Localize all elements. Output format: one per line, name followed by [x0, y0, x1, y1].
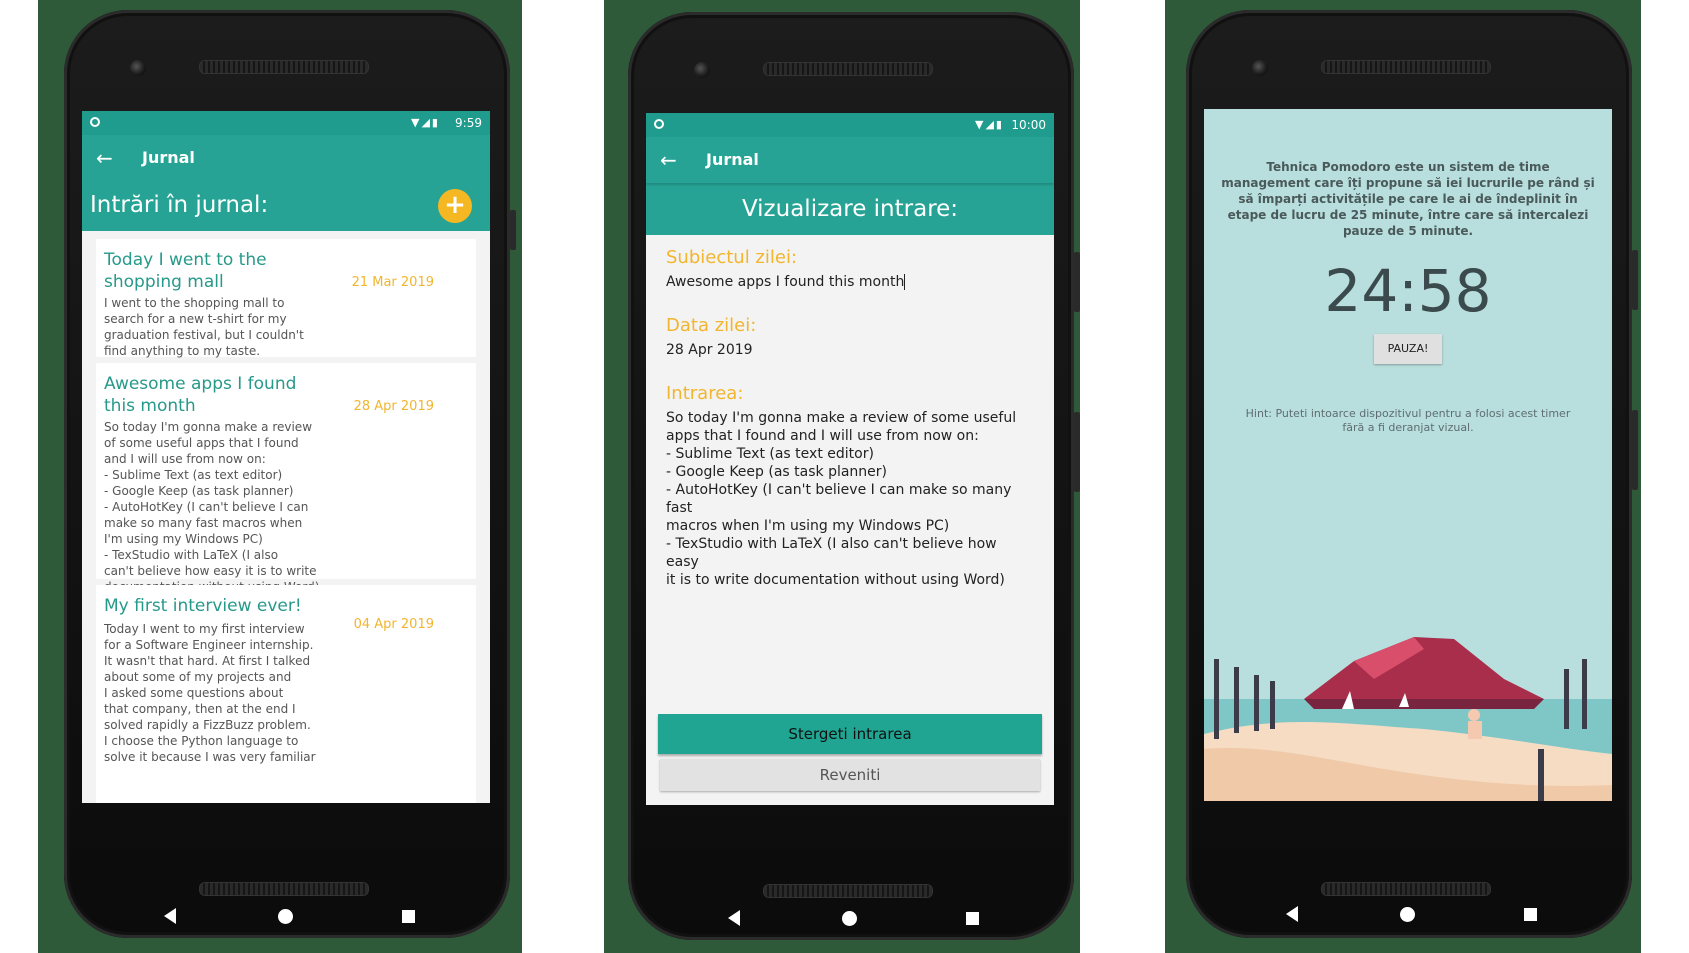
system-nav-bar — [646, 896, 1054, 948]
entry-date: 28 Apr 2019 — [353, 399, 434, 414]
status-time: 10:00 — [1011, 118, 1046, 132]
triangle-back-icon[interactable] — [164, 908, 176, 924]
arrow-left-icon[interactable]: ← — [660, 148, 677, 172]
date-value[interactable]: 28 Apr 2019 — [666, 341, 1026, 359]
screen: Tehnica Pomodoro este un sistem de time … — [1204, 109, 1612, 801]
notification-icon — [654, 119, 664, 129]
rotate-hint: Hint: Puteti intoarce dispozitivul pentr… — [1245, 407, 1571, 434]
app-bar: ← Jurnal — [82, 135, 490, 181]
journal-entry-card[interactable]: Today I went to the shopping mall 21 Mar… — [96, 239, 476, 358]
subject-label: Subiectul zilei: — [666, 247, 798, 268]
app-bar: ← Jurnal — [646, 137, 1054, 183]
system-nav-bar — [82, 894, 490, 946]
app-title: Jurnal — [142, 148, 195, 167]
back-button[interactable]: Reveniti — [660, 759, 1040, 791]
app-title: Jurnal — [706, 150, 759, 169]
entries-header: Intrări în jurnal: + — [82, 181, 490, 231]
phone-entry-view: ▼◢▮ 10:00 ← Jurnal Vizualizare intrare: … — [628, 12, 1080, 940]
add-entry-button[interactable]: + — [438, 189, 472, 223]
date-label: Data zilei: — [666, 315, 757, 336]
system-nav-bar — [1204, 892, 1612, 944]
square-recent-icon[interactable] — [1524, 908, 1537, 921]
front-camera — [694, 62, 710, 78]
triangle-back-icon[interactable] — [728, 910, 740, 926]
circle-home-icon[interactable] — [1400, 907, 1415, 922]
entry-title: Today I went to the shopping mall — [104, 250, 267, 292]
beach-illustration — [1204, 549, 1612, 801]
pause-button[interactable]: PAUZA! — [1374, 334, 1442, 364]
signal-battery-icon: ▼◢▮ — [411, 116, 440, 129]
entry-body: Today I went to my first interview for a… — [104, 622, 316, 764]
entry-body: I went to the shopping mall to search fo… — [104, 296, 304, 358]
entry-date: 04 Apr 2019 — [353, 617, 434, 632]
phone-journal-list: ▼◢▮ 9:59 ← Jurnal Intrări în jurnal: + T… — [64, 10, 516, 938]
entry-title: Awesome apps I found this month — [104, 374, 297, 416]
power-button — [1632, 250, 1638, 310]
arrow-left-icon[interactable]: ← — [96, 146, 113, 170]
front-camera — [1252, 60, 1268, 76]
circle-home-icon[interactable] — [842, 911, 857, 926]
signal-battery-icon: ▼◢▮ — [975, 118, 1004, 131]
volume-button — [1632, 410, 1638, 490]
screen: ▼◢▮ 9:59 ← Jurnal Intrări în jurnal: + T… — [82, 111, 490, 803]
notification-icon — [90, 117, 100, 127]
entry-label: Intrarea: — [666, 383, 744, 404]
subject-value: Awesome apps I found this month — [666, 274, 905, 290]
front-camera — [130, 60, 146, 76]
countdown-timer: 24:58 — [1324, 257, 1492, 325]
entries-header-label: Intrări în jurnal: — [90, 192, 269, 218]
phone-pomodoro-timer: Tehnica Pomodoro este un sistem de time … — [1186, 10, 1638, 938]
delete-entry-button[interactable]: Stergeti intrarea — [658, 714, 1042, 754]
subject-field[interactable]: Awesome apps I found this month — [666, 273, 1026, 291]
entry-title: My first interview ever! — [104, 596, 302, 616]
view-entry-header: Vizualizare intrare: — [646, 183, 1054, 235]
top-speaker — [763, 62, 933, 76]
circle-home-icon[interactable] — [278, 909, 293, 924]
square-recent-icon[interactable] — [402, 910, 415, 923]
journal-entry-card[interactable]: My first interview ever! 04 Apr 2019 Tod… — [96, 585, 476, 803]
square-recent-icon[interactable] — [966, 912, 979, 925]
top-speaker — [1321, 60, 1491, 74]
power-button — [1074, 252, 1080, 312]
entry-date: 21 Mar 2019 — [351, 275, 434, 290]
text-cursor — [904, 274, 906, 290]
triangle-back-icon[interactable] — [1286, 906, 1298, 922]
status-bar: ▼◢▮ 9:59 — [82, 111, 490, 135]
journal-entry-card[interactable]: Awesome apps I found this month 28 Apr 2… — [96, 363, 476, 594]
pomodoro-description: Tehnica Pomodoro este un sistem de time … — [1221, 160, 1595, 238]
volume-button — [1074, 412, 1080, 492]
entry-text[interactable]: So today I'm gonna make a review of some… — [666, 409, 1026, 589]
plus-icon: + — [444, 190, 466, 220]
screen: ▼◢▮ 10:00 ← Jurnal Vizualizare intrare: … — [646, 113, 1054, 805]
volume-button — [510, 210, 516, 250]
status-bar: ▼◢▮ 10:00 — [646, 113, 1054, 137]
status-time: 9:59 — [455, 116, 482, 130]
top-speaker — [199, 60, 369, 74]
entry-body: So today I'm gonna make a review of some… — [104, 420, 319, 594]
